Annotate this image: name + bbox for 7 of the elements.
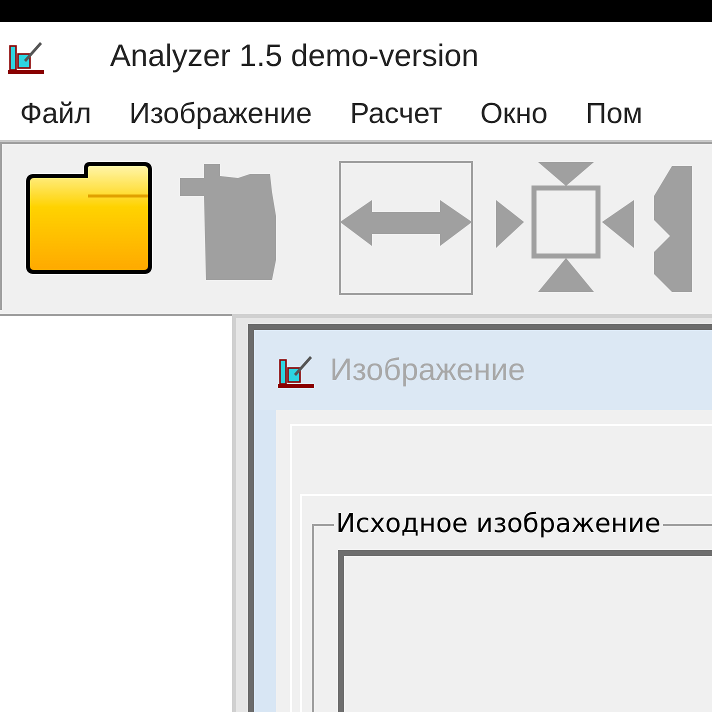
child-window-title: Изображение — [330, 350, 526, 389]
window-title: Analyzer 1.5 demo-version — [110, 36, 479, 75]
menu-item[interactable]: Изображение — [129, 93, 312, 137]
menu-item[interactable]: Пом — [586, 93, 643, 137]
menu-item[interactable]: Расчет — [350, 93, 442, 137]
menu-item[interactable]: Файл — [20, 93, 92, 137]
menu-item[interactable]: Окно — [480, 93, 548, 137]
